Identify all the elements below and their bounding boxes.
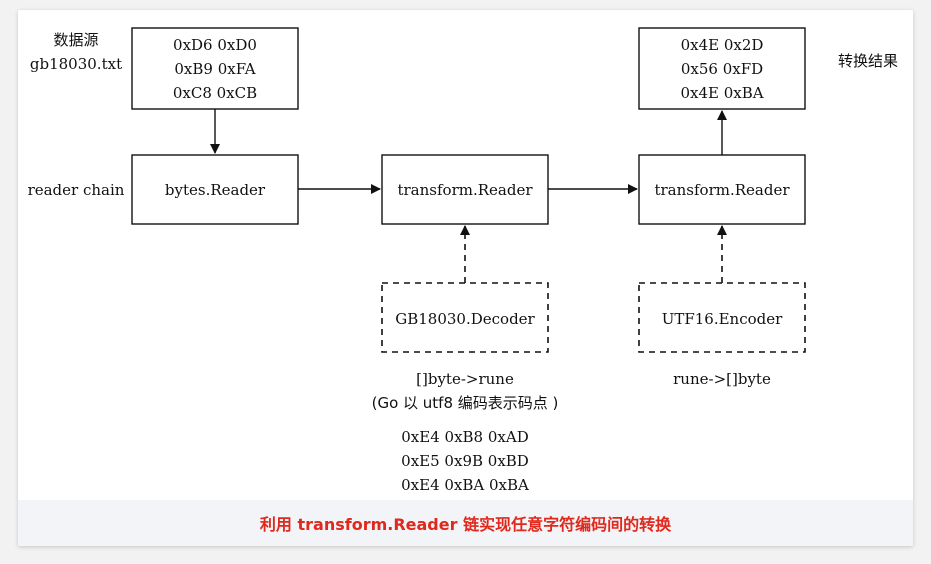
decoder-byte-row: 0xE4 0xB8 0xAD [401, 428, 528, 446]
encoding-diagram: 数据源 gb18030.txt reader chain 0xD6 0xD0 0… [28, 27, 898, 494]
caption-bar: 利用 transform.Reader 链实现任意字符编码间的转换 [18, 500, 913, 546]
encoder-label: UTF16.Encoder [662, 310, 783, 328]
source-byte-row: 0xC8 0xCB [173, 84, 257, 102]
result-byte-row: 0x4E 0x2D [681, 36, 764, 54]
source-byte-row: 0xD6 0xD0 [173, 36, 257, 54]
figure-card: 数据源 gb18030.txt reader chain 0xD6 0xD0 0… [18, 10, 913, 546]
bytes-reader-label: bytes.Reader [165, 181, 266, 199]
transform-reader-label-1: transform.Reader [397, 181, 533, 199]
decoder-byte-row: 0xE5 0x9B 0xBD [401, 452, 529, 470]
source-label: 数据源 [53, 31, 98, 49]
result-byte-row: 0x56 0xFD [681, 60, 763, 78]
encoder-note: rune->[]byte [673, 370, 771, 388]
source-byte-row: 0xB9 0xFA [174, 60, 255, 78]
figure-caption: 利用 transform.Reader 链实现任意字符编码间的转换 [259, 515, 672, 534]
reader-chain-label: reader chain [28, 181, 125, 199]
decoder-note-detail: (Go 以 utf8 编码表示码点 ) [372, 394, 559, 412]
decoder-label: GB18030.Decoder [395, 310, 535, 328]
source-filename: gb18030.txt [30, 55, 122, 73]
result-byte-row: 0x4E 0xBA [680, 84, 763, 102]
result-label: 转换结果 [838, 52, 898, 70]
transform-reader-label-2: transform.Reader [654, 181, 790, 199]
decoder-byte-row: 0xE4 0xBA 0xBA [401, 476, 529, 494]
decoder-note: []byte->rune [416, 370, 514, 388]
